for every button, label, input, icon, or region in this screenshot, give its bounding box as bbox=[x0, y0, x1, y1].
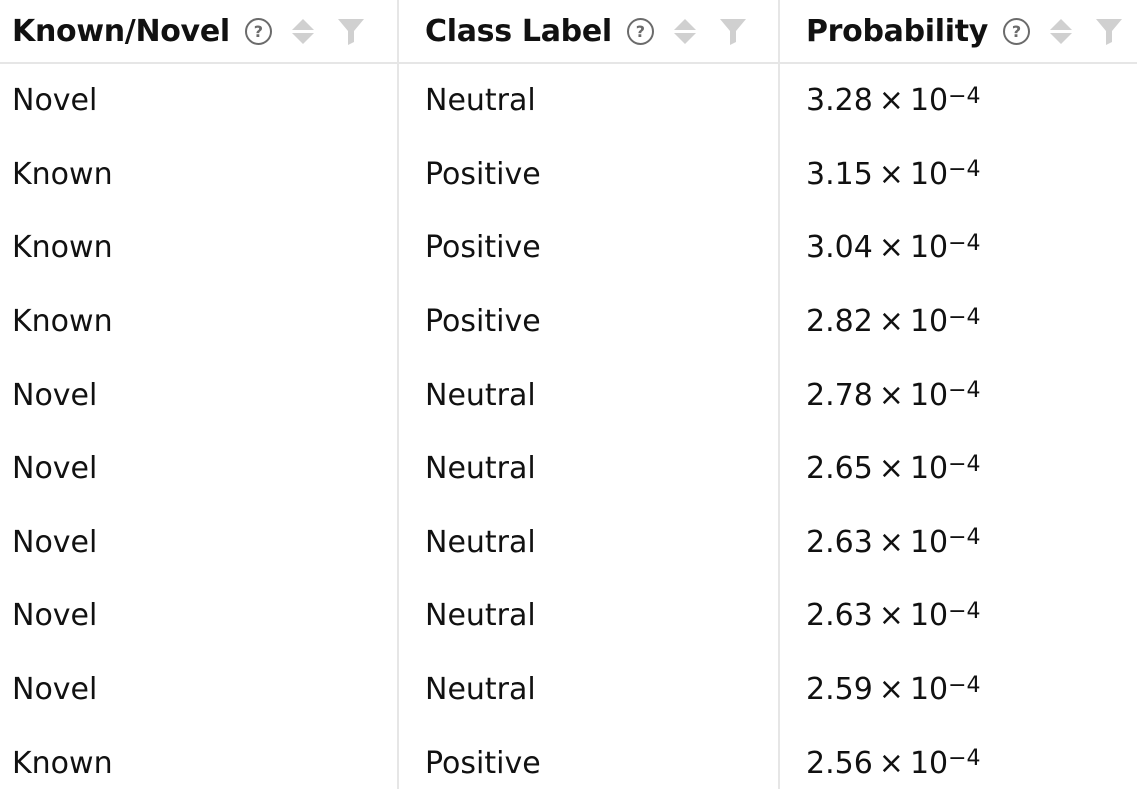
probability-cell: 3.28 × 10 −4 bbox=[806, 83, 981, 119]
sort-descending-icon[interactable] bbox=[291, 32, 314, 44]
table-row[interactable]: Novel Neutral 3.28 × 10 −4 bbox=[0, 64, 1137, 138]
times-sign: × bbox=[878, 598, 904, 634]
probability-cell: 2.65 × 10 −4 bbox=[806, 451, 981, 487]
known-novel-cell: Novel bbox=[12, 83, 98, 119]
filter-icon[interactable] bbox=[1094, 16, 1124, 46]
help-circle-icon[interactable]: ? bbox=[244, 17, 272, 45]
column-header-class-label: Class Label ? bbox=[425, 0, 748, 62]
probability-cell: 2.63 × 10 −4 bbox=[806, 524, 981, 560]
probability-base: 10 bbox=[909, 230, 949, 266]
probability-mantissa: 2.56 bbox=[806, 745, 873, 781]
probability-mantissa: 2.78 bbox=[806, 377, 873, 413]
sort-ascending-icon[interactable] bbox=[291, 18, 314, 30]
sort-icon[interactable] bbox=[291, 18, 314, 44]
class-label-cell: Neutral bbox=[425, 377, 536, 413]
probability-cell: 3.04 × 10 −4 bbox=[806, 230, 981, 266]
filter-icon[interactable] bbox=[336, 16, 366, 46]
probability-cell: 2.78 × 10 −4 bbox=[806, 377, 981, 413]
sort-ascending-icon[interactable] bbox=[1050, 18, 1073, 30]
known-novel-cell: Novel bbox=[12, 598, 98, 634]
results-table: Known/Novel ? Class Label ? Probability bbox=[0, 0, 1137, 789]
probability-mantissa: 2.63 bbox=[806, 524, 873, 560]
times-sign: × bbox=[878, 83, 904, 119]
class-label-cell: Neutral bbox=[425, 598, 536, 634]
class-label-cell: Neutral bbox=[425, 524, 536, 560]
table-row[interactable]: Novel Neutral 2.65 × 10 −4 bbox=[0, 432, 1137, 506]
times-sign: × bbox=[878, 672, 904, 708]
column-header-probability: Probability ? bbox=[806, 0, 1124, 62]
sort-icon[interactable] bbox=[1050, 18, 1073, 44]
column-title: Probability bbox=[806, 13, 989, 49]
probability-base: 10 bbox=[909, 524, 949, 560]
known-novel-cell: Novel bbox=[12, 672, 98, 708]
class-label-cell: Positive bbox=[425, 230, 541, 266]
known-novel-cell: Novel bbox=[12, 451, 98, 487]
table-row[interactable]: Novel Neutral 2.63 × 10 −4 bbox=[0, 506, 1137, 580]
probability-mantissa: 3.28 bbox=[806, 83, 873, 119]
class-label-cell: Positive bbox=[425, 304, 541, 340]
probability-mantissa: 2.59 bbox=[806, 672, 873, 708]
probability-cell: 2.59 × 10 −4 bbox=[806, 672, 981, 708]
probability-base: 10 bbox=[909, 304, 949, 340]
probability-base: 10 bbox=[909, 156, 949, 192]
table-header: Known/Novel ? Class Label ? Probability bbox=[0, 0, 1137, 64]
probability-base: 10 bbox=[909, 451, 949, 487]
column-header-known-novel: Known/Novel ? bbox=[12, 0, 366, 62]
sort-descending-icon[interactable] bbox=[673, 32, 696, 44]
class-label-cell: Positive bbox=[425, 156, 541, 192]
times-sign: × bbox=[878, 745, 904, 781]
known-novel-cell: Known bbox=[12, 230, 113, 266]
table-body: Novel Neutral 3.28 × 10 −4 Known Positive 3… bbox=[0, 64, 1137, 800]
table-row[interactable]: Known Positive 3.04 × 10 −4 bbox=[0, 211, 1137, 285]
probability-cell: 2.82 × 10 −4 bbox=[806, 304, 981, 340]
known-novel-cell: Novel bbox=[12, 377, 98, 413]
filter-icon[interactable] bbox=[718, 16, 748, 46]
known-novel-cell: Novel bbox=[12, 524, 98, 560]
probability-mantissa: 2.82 bbox=[806, 304, 873, 340]
known-novel-cell: Known bbox=[12, 156, 113, 192]
table-row[interactable]: Known Positive 3.15 × 10 −4 bbox=[0, 138, 1137, 212]
known-novel-cell: Known bbox=[12, 304, 113, 340]
table-row[interactable]: Novel Neutral 2.63 × 10 −4 bbox=[0, 579, 1137, 653]
times-sign: × bbox=[878, 230, 904, 266]
probability-mantissa: 3.15 bbox=[806, 156, 873, 192]
column-title: Class Label bbox=[425, 13, 612, 49]
probability-mantissa: 3.04 bbox=[806, 230, 873, 266]
times-sign: × bbox=[878, 304, 904, 340]
table-row[interactable]: Novel Neutral 2.59 × 10 −4 bbox=[0, 653, 1137, 727]
class-label-cell: Neutral bbox=[425, 451, 536, 487]
probability-mantissa: 2.65 bbox=[806, 451, 873, 487]
table-row[interactable]: Known Positive 2.82 × 10 −4 bbox=[0, 285, 1137, 359]
times-sign: × bbox=[878, 156, 904, 192]
sort-descending-icon[interactable] bbox=[1050, 32, 1073, 44]
help-circle-icon[interactable]: ? bbox=[626, 17, 654, 45]
probability-base: 10 bbox=[909, 377, 949, 413]
times-sign: × bbox=[878, 451, 904, 487]
table-row[interactable]: Novel Neutral 2.78 × 10 −4 bbox=[0, 358, 1137, 432]
probability-mantissa: 2.63 bbox=[806, 598, 873, 634]
class-label-cell: Neutral bbox=[425, 672, 536, 708]
column-title: Known/Novel bbox=[12, 13, 230, 49]
probability-base: 10 bbox=[909, 745, 949, 781]
class-label-cell: Neutral bbox=[425, 83, 536, 119]
probability-base: 10 bbox=[909, 672, 949, 708]
probability-cell: 3.15 × 10 −4 bbox=[806, 156, 981, 192]
probability-base: 10 bbox=[909, 598, 949, 634]
times-sign: × bbox=[878, 377, 904, 413]
help-circle-icon[interactable]: ? bbox=[1003, 17, 1031, 45]
probability-base: 10 bbox=[909, 83, 949, 119]
times-sign: × bbox=[878, 524, 904, 560]
sort-ascending-icon[interactable] bbox=[673, 18, 696, 30]
probability-cell: 2.63 × 10 −4 bbox=[806, 598, 981, 634]
sort-icon[interactable] bbox=[673, 18, 696, 44]
